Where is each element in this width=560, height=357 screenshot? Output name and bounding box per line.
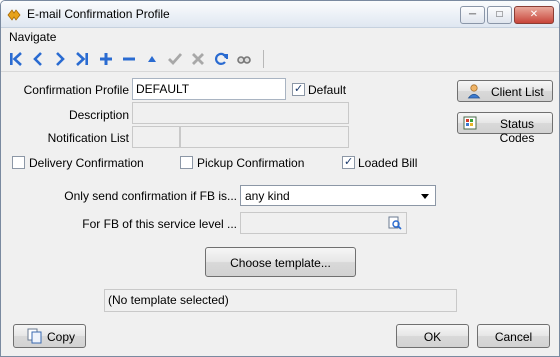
cancel-label: Cancel xyxy=(494,330,533,344)
refresh-button[interactable] xyxy=(212,50,230,68)
person-icon xyxy=(467,84,481,99)
maximize-button[interactable]: □ xyxy=(487,6,512,24)
status-codes-label: Status Codes xyxy=(499,117,535,145)
lookup-icon[interactable] xyxy=(388,216,402,230)
copy-icon xyxy=(27,328,42,344)
confirmation-profile-field[interactable]: DEFAULT xyxy=(132,78,286,100)
copy-button[interactable]: Copy xyxy=(13,324,86,348)
chevron-left-icon xyxy=(33,52,42,66)
loaded-bill-checkbox[interactable]: ✓ xyxy=(342,156,355,169)
delete-record-button[interactable] xyxy=(120,50,138,68)
only-send-label: Only send confirmation if FB is... xyxy=(64,189,237,203)
loaded-bill-label: Loaded Bill xyxy=(358,156,418,170)
fb-kind-select[interactable]: any kind xyxy=(240,185,436,206)
email-confirmation-profile-window: E-mail Confirmation Profile ─ □ ✕ Naviga… xyxy=(0,0,560,357)
minimize-button[interactable]: ─ xyxy=(460,6,485,24)
check-icon xyxy=(168,53,183,66)
first-record-button[interactable] xyxy=(7,50,25,68)
choose-template-button[interactable]: Choose template... xyxy=(205,247,356,277)
notification-list-label: Notification List xyxy=(47,131,129,145)
x-icon xyxy=(192,53,204,65)
save-record-button[interactable] xyxy=(166,50,184,68)
maximize-icon: □ xyxy=(496,9,503,20)
pickup-confirmation-label: Pickup Confirmation xyxy=(197,156,305,170)
delivery-confirmation-checkbox[interactable] xyxy=(12,156,25,169)
skip-last-icon xyxy=(76,52,88,66)
add-record-button[interactable] xyxy=(97,50,115,68)
chevron-down-icon xyxy=(421,194,429,199)
delivery-confirmation-label: Delivery Confirmation xyxy=(29,156,144,170)
toolbar-separator xyxy=(263,50,264,68)
service-level-label: For FB of this service level ... xyxy=(82,217,237,231)
default-label: Default xyxy=(308,83,347,97)
app-logo-icon xyxy=(7,9,21,21)
template-status-field: (No template selected) xyxy=(104,289,457,312)
confirmation-profile-label: Confirmation Profile xyxy=(23,83,129,97)
previous-record-button[interactable] xyxy=(29,50,47,68)
close-icon: ✕ xyxy=(529,9,539,20)
checkmark-icon: ✓ xyxy=(344,156,354,168)
status-codes-button[interactable]: Status Codes xyxy=(457,112,553,145)
notification-list-code-field[interactable] xyxy=(132,126,180,148)
plus-icon xyxy=(100,53,112,65)
navigation-toolbar xyxy=(1,46,559,72)
description-label: Description xyxy=(68,108,129,122)
notification-list-name-field[interactable] xyxy=(180,126,349,148)
ok-button[interactable]: OK xyxy=(396,324,469,348)
edit-record-button[interactable] xyxy=(143,50,161,68)
client-list-button[interactable]: Client List xyxy=(457,80,553,102)
client-list-label: Client List xyxy=(491,85,544,99)
pickup-confirmation-checkbox[interactable] xyxy=(180,156,193,169)
skip-first-icon xyxy=(10,52,22,66)
menu-navigate[interactable]: Navigate xyxy=(9,30,56,44)
fb-kind-selected-value: any kind xyxy=(245,189,290,203)
glasses-icon xyxy=(237,56,251,64)
cancel-button[interactable]: Cancel xyxy=(477,324,550,348)
default-checkbox[interactable]: ✓ xyxy=(292,83,305,96)
ok-label: OK xyxy=(423,330,442,344)
next-record-button[interactable] xyxy=(51,50,69,68)
chevron-right-icon xyxy=(56,52,65,66)
triangle-up-icon xyxy=(148,56,156,62)
service-level-field[interactable] xyxy=(240,212,407,234)
view-button[interactable] xyxy=(235,50,253,68)
last-record-button[interactable] xyxy=(73,50,91,68)
menu-bar: Navigate xyxy=(1,28,559,46)
copy-label: Copy xyxy=(47,330,76,344)
title-bar[interactable]: E-mail Confirmation Profile ─ □ ✕ xyxy=(1,1,559,28)
choose-template-label: Choose template... xyxy=(230,256,331,270)
window-title: E-mail Confirmation Profile xyxy=(27,7,170,21)
checkmark-icon: ✓ xyxy=(294,83,304,95)
status-codes-icon xyxy=(463,116,477,130)
description-field[interactable] xyxy=(132,102,349,124)
minus-icon xyxy=(123,57,135,61)
refresh-icon xyxy=(214,52,228,65)
close-button[interactable]: ✕ xyxy=(514,6,554,24)
minimize-icon: ─ xyxy=(468,9,477,20)
cancel-edit-button[interactable] xyxy=(189,50,207,68)
